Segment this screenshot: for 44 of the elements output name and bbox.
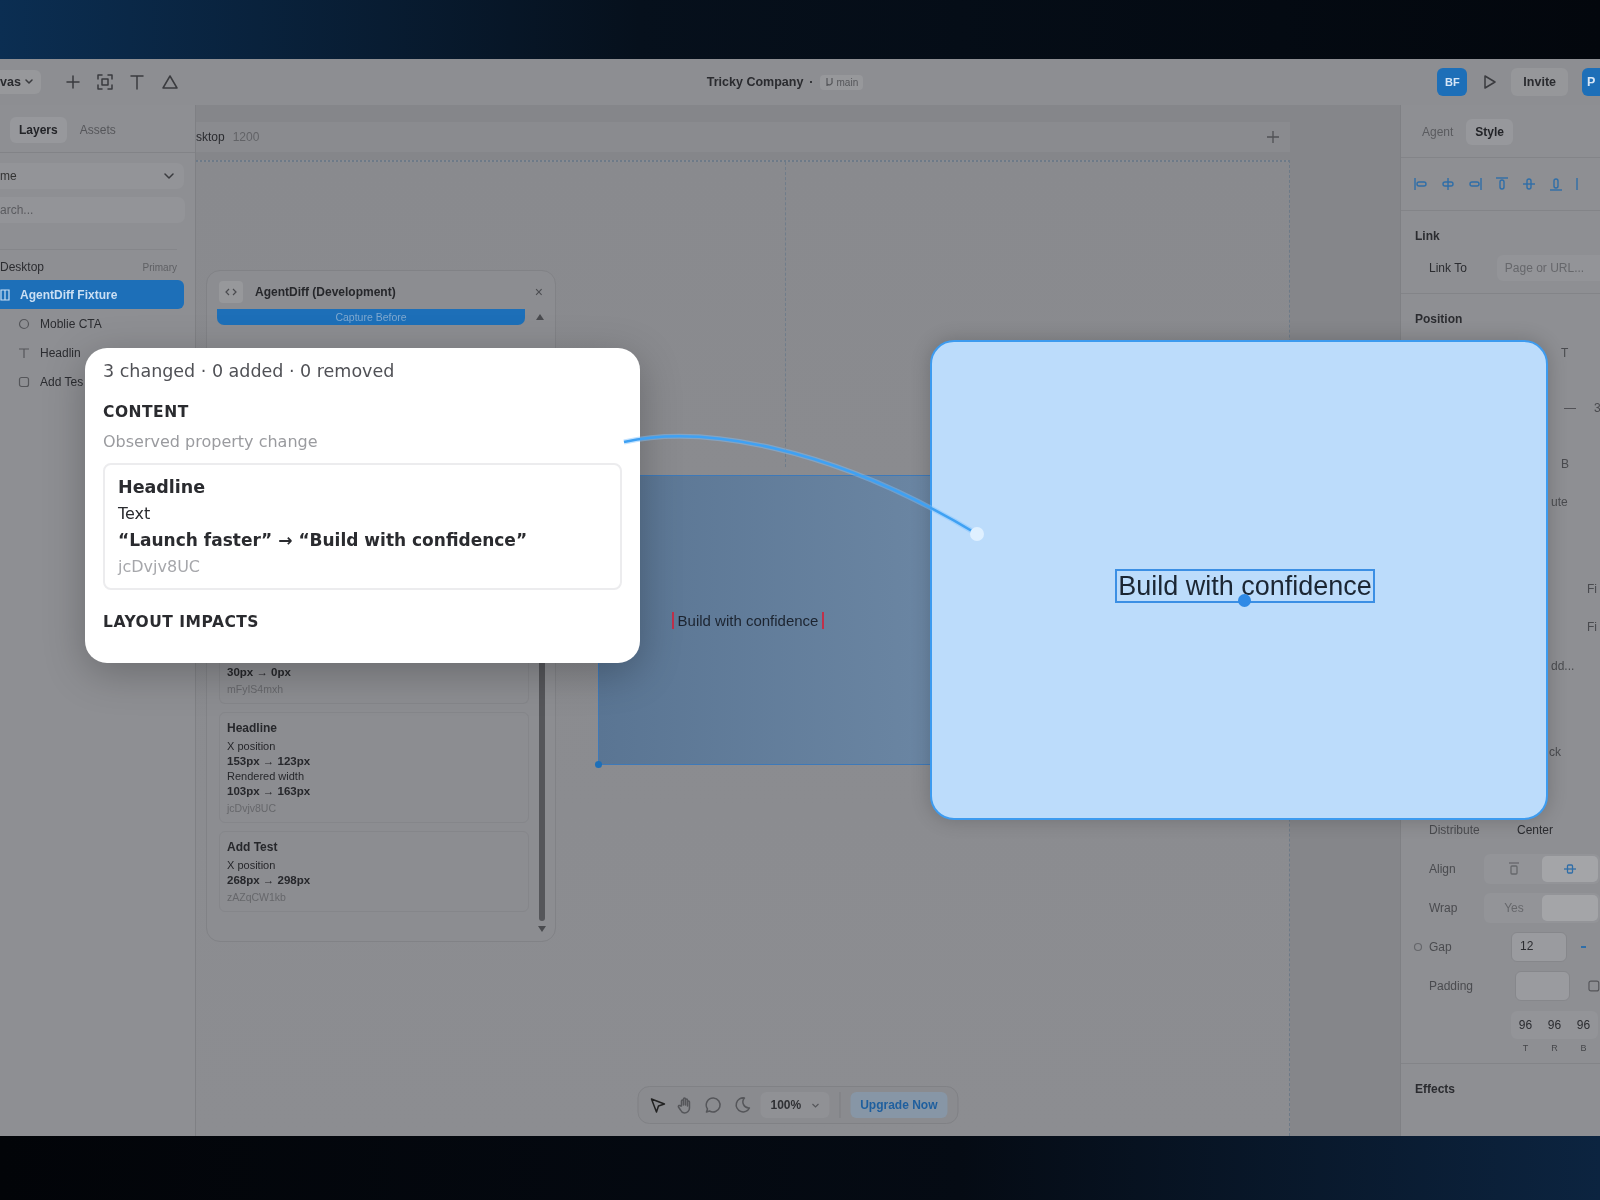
field-label: Link To [1429, 261, 1467, 275]
property-change: 153px → 123px [227, 755, 312, 767]
section-title: Desktop [0, 260, 45, 274]
property-change: 30px → 0px [227, 666, 292, 678]
node-id: jcDvjv8UC [118, 557, 201, 576]
property-value: Fi [1587, 620, 1597, 634]
change-summary: 3 changed · 0 added · 0 removed [103, 361, 396, 381]
property-change: 268px → 298px [227, 874, 312, 886]
section-title: Position [1414, 311, 1464, 326]
side-label: R [1550, 1043, 1559, 1053]
property-value: T [1561, 346, 1569, 360]
property-name: Text [118, 504, 152, 523]
panel-title: AgentDiff (Development) [255, 285, 397, 299]
project-title: Tricky Company [706, 75, 804, 89]
field-label: Distribute [1429, 823, 1481, 837]
field-label: Align [1429, 862, 1457, 876]
property-label: Rendered width [227, 770, 306, 782]
impact-name: Headline [227, 721, 278, 735]
title-separator: · [809, 75, 814, 89]
property-value: dd... [1551, 659, 1575, 673]
property-change: 103px → 163px [227, 785, 312, 797]
field-label: Gap [1429, 940, 1453, 954]
field-label: Padding [1429, 979, 1475, 993]
section-title: Effects [1401, 1063, 1600, 1096]
property-value: 3 [1594, 401, 1600, 415]
section-heading: CONTENT [103, 403, 190, 421]
property-label: X position [227, 740, 277, 752]
property-value: Fi [1587, 582, 1597, 596]
property-label: X position [227, 859, 277, 871]
element-name: Headline [118, 477, 207, 497]
side-label: T [1521, 1043, 1530, 1053]
field-label: Wrap [1429, 901, 1459, 915]
section-title: Link [1414, 228, 1441, 243]
impact-name: Add Test [227, 840, 279, 854]
side-label: B [1579, 1043, 1588, 1053]
text-change: “Launch faster” → “Build with confidence” [118, 530, 529, 550]
breakpoint-name: sktop [196, 130, 225, 144]
property-value: ck [1549, 745, 1561, 759]
property-value: B [1561, 457, 1569, 471]
section-subtitle: Observed property change [103, 432, 319, 451]
property-value: ute [1551, 495, 1568, 509]
property-value: — [1564, 401, 1576, 415]
section-heading: LAYOUT IMPACTS [103, 613, 261, 631]
frame-headline: Build with confidence [677, 611, 819, 629]
